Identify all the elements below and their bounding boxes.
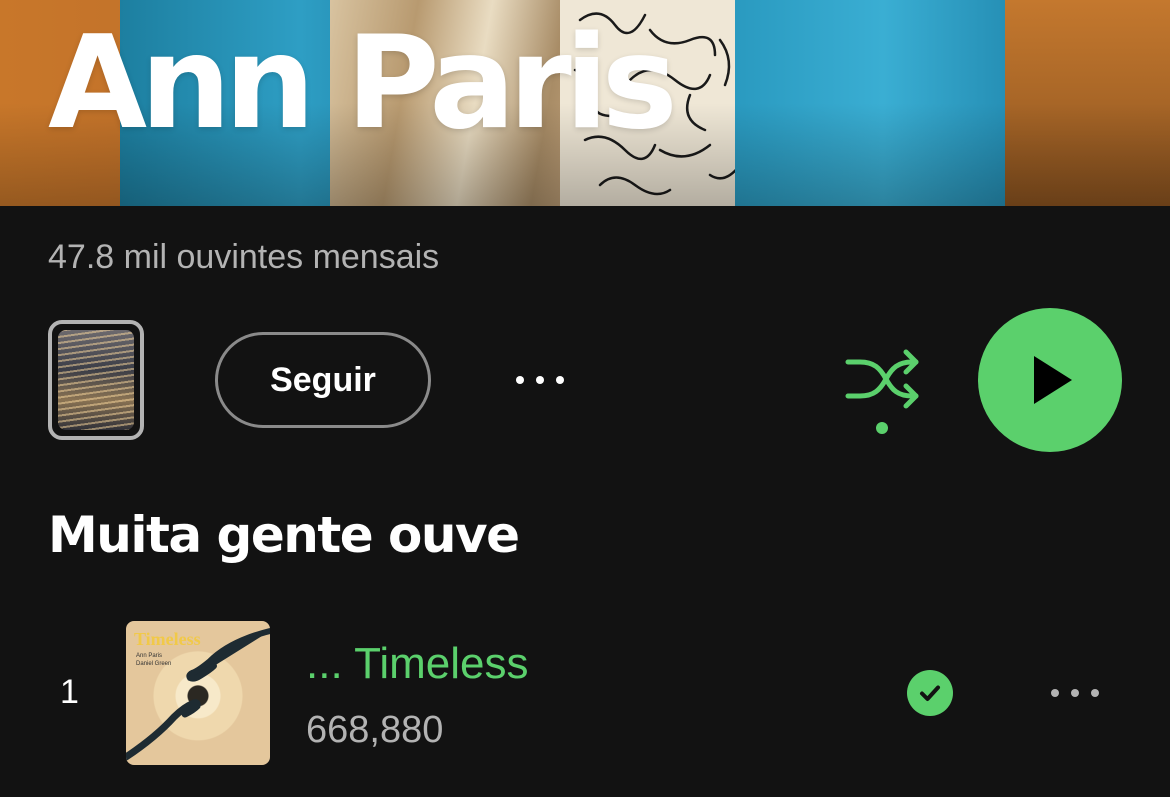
artist-pick-thumbnail[interactable]: [48, 320, 144, 440]
monthly-listeners: 47.8 mil ouvintes mensais: [48, 238, 440, 276]
more-horizontal-icon: [516, 376, 524, 384]
follow-button[interactable]: Seguir: [215, 332, 431, 428]
play-button[interactable]: [978, 308, 1122, 452]
thumbnail-image: [58, 330, 134, 430]
track-row[interactable]: 1 Timeless Ann Paris Daniel Green ... Ti…: [0, 615, 1170, 770]
cover-title-text: Timeless: [134, 629, 201, 649]
artist-page: Ann Paris 47.8 mil ouvintes mensais Segu…: [0, 0, 1170, 797]
artist-name: Ann Paris: [48, 9, 678, 158]
cover-artist-line1: Ann Paris: [136, 653, 163, 659]
track-more-options-button[interactable]: [1043, 683, 1107, 703]
more-options-button[interactable]: [505, 360, 575, 400]
more-horizontal-icon: [1051, 689, 1059, 697]
downloaded-check-icon: [907, 670, 953, 716]
shuffle-icon: [845, 349, 919, 434]
shuffle-button[interactable]: [842, 344, 922, 440]
track-play-count: 668,880: [306, 709, 444, 751]
cover-artist-line2: Daniel Green: [136, 661, 172, 667]
track-cover-art: Timeless Ann Paris Daniel Green: [126, 621, 270, 765]
track-index: 1: [60, 673, 79, 711]
track-title: ... Timeless: [306, 639, 529, 688]
popular-section-title: Muita gente ouve: [48, 506, 520, 564]
play-icon: [1034, 356, 1072, 404]
